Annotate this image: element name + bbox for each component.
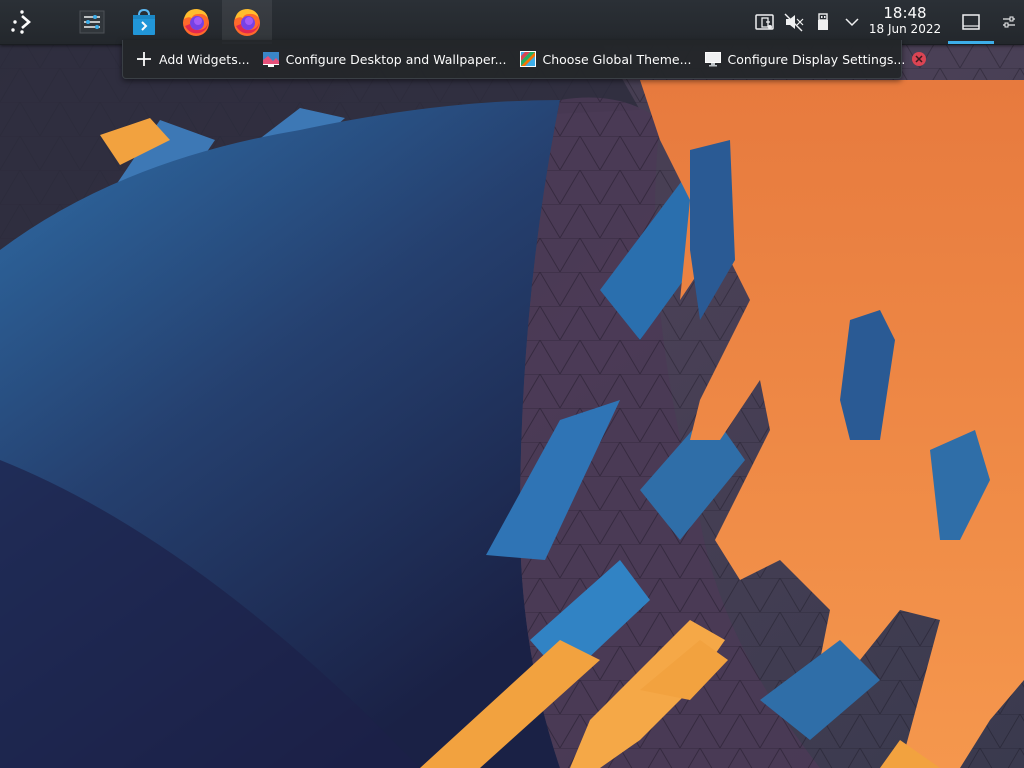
taskbar-item-discover[interactable]: [122, 0, 166, 44]
add-widgets-label: Add Widgets...: [159, 51, 250, 67]
top-panel: 18:48 18 Jun 2022: [0, 0, 1024, 45]
clock-time: 18:48: [883, 4, 927, 22]
configure-display-label: Configure Display Settings...: [727, 51, 906, 67]
kde-launcher-icon: [11, 10, 31, 34]
close-icon: [912, 52, 927, 66]
global-theme-icon: [519, 51, 536, 67]
panel-settings-button[interactable]: [994, 0, 1024, 44]
tray-expand-button[interactable]: [841, 11, 863, 33]
kdeconnect-icon: [755, 14, 774, 30]
application-launcher-button[interactable]: [0, 0, 44, 44]
configure-display-button[interactable]: Configure Display Settings...: [698, 44, 912, 74]
toolbox-close-button[interactable]: [911, 51, 927, 67]
configure-desktop-button[interactable]: Configure Desktop and Wallpaper...: [256, 44, 513, 74]
settings-sliders-icon: [79, 10, 105, 34]
tray-volume[interactable]: [783, 11, 805, 33]
plus-icon: [137, 52, 151, 66]
digital-clock[interactable]: 18:48 18 Jun 2022: [862, 4, 948, 36]
taskbar-item-firefox[interactable]: [174, 0, 218, 44]
choose-global-theme-button[interactable]: Choose Global Theme...: [513, 44, 698, 74]
desktop-wallpaper: [0, 0, 1024, 768]
volume-muted-icon: [784, 13, 804, 32]
tray-usb[interactable]: [812, 11, 834, 33]
firefox-icon: [183, 9, 209, 36]
display-icon: [704, 52, 721, 67]
panel-settings-icon: [1003, 16, 1015, 28]
tray-kdeconnect[interactable]: [754, 11, 776, 33]
discover-store-icon: [133, 8, 155, 35]
taskbar-item-firefox-active[interactable]: [222, 0, 272, 44]
show-desktop-button[interactable]: [948, 0, 994, 44]
clock-date: 18 Jun 2022: [868, 22, 942, 36]
add-widgets-button[interactable]: Add Widgets...: [129, 44, 256, 74]
show-desktop-icon: [962, 14, 980, 30]
desktop-wallpaper-icon: [262, 52, 279, 67]
taskbar-item-tweaks[interactable]: [70, 0, 114, 44]
firefox-icon: [234, 9, 260, 36]
usb-drive-icon: [818, 13, 828, 30]
desktop-toolbox: Add Widgets... Configure Desktop and Wal…: [122, 40, 927, 79]
choose-global-theme-label: Choose Global Theme...: [542, 51, 692, 67]
chevron-down-icon: [845, 18, 859, 27]
configure-desktop-label: Configure Desktop and Wallpaper...: [285, 51, 507, 67]
